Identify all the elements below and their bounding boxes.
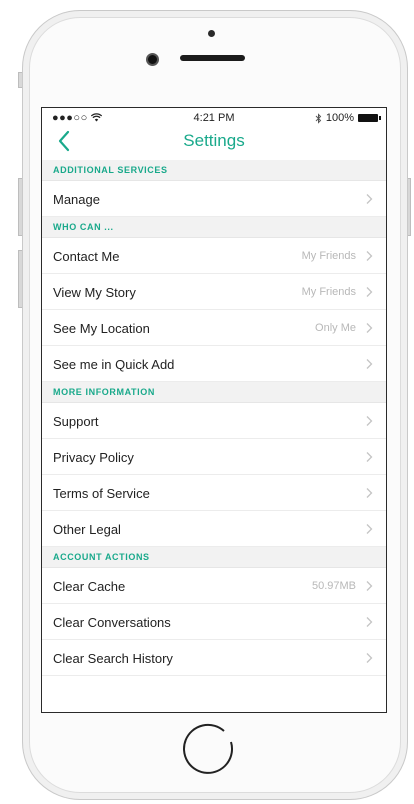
section-header-account-actions: ACCOUNT ACTIONS bbox=[42, 547, 386, 568]
chevron-right-icon bbox=[366, 251, 373, 261]
row-label: Clear Cache bbox=[53, 579, 126, 594]
status-bar: ●●●○○ 4:21 PM 100% bbox=[42, 108, 386, 128]
section-header-who-can: WHO CAN ... bbox=[42, 217, 386, 238]
settings-row-privacy-policy[interactable]: Privacy Policy bbox=[42, 439, 386, 475]
bluetooth-icon bbox=[315, 112, 322, 124]
settings-row-other-legal[interactable]: Other Legal bbox=[42, 511, 386, 547]
front-camera bbox=[146, 53, 159, 66]
row-value: My Friends bbox=[301, 250, 356, 262]
row-label: Terms of Service bbox=[53, 486, 150, 501]
page-title: Settings bbox=[183, 131, 245, 150]
settings-row-clear-conversations[interactable]: Clear Conversations bbox=[42, 604, 386, 640]
row-label: Manage bbox=[53, 192, 100, 207]
settings-row-contact-me[interactable]: Contact Me My Friends bbox=[42, 238, 386, 274]
screen: ●●●○○ 4:21 PM 100% Settings ADDITIONAL S… bbox=[41, 107, 387, 713]
row-value: Only Me bbox=[315, 322, 356, 334]
chevron-right-icon bbox=[366, 287, 373, 297]
battery-percent: 100% bbox=[325, 112, 354, 124]
chevron-right-icon bbox=[366, 323, 373, 333]
row-label: Privacy Policy bbox=[53, 450, 134, 465]
section-header-additional-services: ADDITIONAL SERVICES bbox=[42, 160, 386, 181]
settings-list: ADDITIONAL SERVICES Manage WHO CAN ... Cont… bbox=[42, 160, 386, 676]
proximity-sensor bbox=[208, 30, 215, 37]
settings-row-clear-cache[interactable]: Clear Cache 50.97MB bbox=[42, 568, 386, 604]
home-button[interactable] bbox=[181, 722, 241, 782]
row-label: Support bbox=[53, 414, 99, 429]
row-label: View My Story bbox=[53, 285, 136, 300]
settings-row-clear-search-history[interactable]: Clear Search History bbox=[42, 640, 386, 676]
settings-row-terms-of-service[interactable]: Terms of Service bbox=[42, 475, 386, 511]
row-label: See My Location bbox=[53, 321, 150, 336]
navigation-bar: Settings bbox=[42, 126, 386, 156]
row-label: See me in Quick Add bbox=[53, 357, 175, 372]
row-label: Other Legal bbox=[53, 522, 121, 537]
chevron-right-icon bbox=[366, 416, 373, 426]
row-value: My Friends bbox=[301, 286, 356, 298]
chevron-right-icon bbox=[366, 617, 373, 627]
settings-row-see-me-in-quick-add[interactable]: See me in Quick Add bbox=[42, 346, 386, 382]
chevron-right-icon bbox=[366, 488, 373, 498]
row-label: Contact Me bbox=[53, 249, 120, 264]
battery-icon bbox=[358, 114, 381, 122]
row-label: Clear Search History bbox=[53, 651, 173, 666]
chevron-right-icon bbox=[366, 452, 373, 462]
chevron-right-icon bbox=[366, 194, 373, 204]
row-value: 50.97MB bbox=[311, 580, 356, 592]
chevron-right-icon bbox=[366, 359, 373, 369]
settings-row-support[interactable]: Support bbox=[42, 403, 386, 439]
earpiece-speaker bbox=[180, 55, 245, 61]
settings-row-manage[interactable]: Manage bbox=[42, 181, 386, 217]
row-label: Clear Conversations bbox=[53, 615, 171, 630]
settings-row-view-my-story[interactable]: View My Story My Friends bbox=[42, 274, 386, 310]
chevron-right-icon bbox=[366, 653, 373, 663]
chevron-right-icon bbox=[366, 524, 373, 534]
status-right: 100% bbox=[315, 112, 381, 124]
section-header-more-information: MORE INFORMATION bbox=[42, 382, 386, 403]
chevron-right-icon bbox=[366, 581, 373, 591]
settings-row-see-my-location[interactable]: See My Location Only Me bbox=[42, 310, 386, 346]
